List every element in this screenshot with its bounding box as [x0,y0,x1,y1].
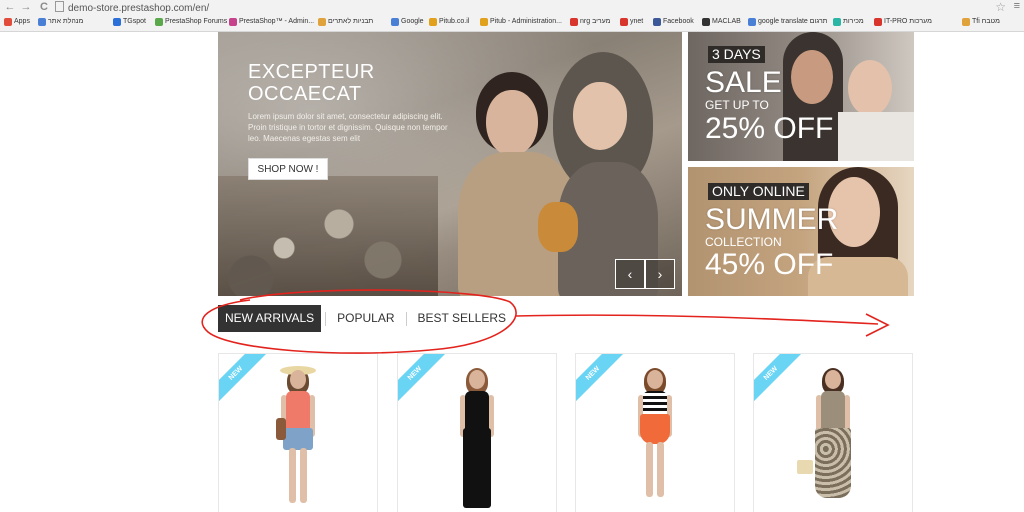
slider-controls: ‹ › [615,259,675,289]
slider-title: EXCEPTEUR OCCAECAT [248,61,375,105]
product-image[interactable] [455,368,499,512]
tab-divider [405,311,407,326]
tab-new-arrivals[interactable]: NEW ARRIVALS [218,305,322,332]
apps-icon [4,18,12,26]
bookmark-star-icon[interactable]: ☆ [995,0,1006,14]
bookmark-icon [748,18,756,26]
bookmark-item[interactable]: PrestaShop Forums [155,15,227,29]
new-badge: NEW [219,354,267,404]
bookmark-item[interactable]: PrestaShop™ - Admin... [229,15,314,29]
clutch-shape [797,460,813,474]
bookmark-icon [318,18,326,26]
bookmark-icon [702,18,710,26]
bookmark-item[interactable]: מכירות [833,15,864,29]
bookmark-icon [620,18,628,26]
home-slider[interactable]: EXCEPTEUR OCCAECAT Lorem ipsum dolor sit… [218,32,682,296]
slider-description: Lorem ipsum dolor sit amet, consectetur … [248,112,448,143]
bookmark-apps[interactable]: Apps [4,15,30,29]
bookmark-item[interactable]: Pitub - Administration... [480,15,562,29]
chevron-left-icon[interactable]: ‹ [615,259,645,289]
bookmark-icon [570,18,578,26]
bookmark-icon [229,18,237,26]
shop-now-button[interactable]: SHOP NOW ! [248,158,328,180]
tab-divider [325,311,327,326]
reload-icon[interactable]: C [37,1,51,13]
bookmark-icon [833,18,841,26]
bookmark-item[interactable]: IT-PRO מערכות [874,15,932,29]
bookmark-item[interactable]: google translate תרגום [748,15,828,29]
annotation-arrowhead [865,313,890,337]
bookmark-item[interactable]: ynet [620,15,643,29]
bookmark-item[interactable]: Tfi מטבח [962,15,1000,29]
slider-title-line: EXCEPTEUR [248,61,375,83]
bookmark-item[interactable]: מנהלת אתר [38,15,83,29]
product-card[interactable]: NEW [753,353,913,512]
banner-model-image [848,60,892,116]
back-icon[interactable]: ← [3,1,17,13]
product-card[interactable]: NEW [575,353,735,512]
page-icon [55,1,64,12]
bag-shape [276,418,286,440]
bookmark-item[interactable]: תבניות לאתרים [318,15,373,29]
annotation-arrow [515,314,879,325]
bookmark-icon [391,18,399,26]
menu-icon[interactable]: ≡ [1014,0,1020,12]
product-tabs: NEW ARRIVALS POPULAR BEST SELLERS [218,305,513,332]
forward-icon[interactable]: → [19,1,33,13]
banner-headline: SALE [705,66,782,99]
slider-title-line: OCCAECAT [248,83,362,105]
new-badge: NEW [398,354,446,404]
new-badge: NEW [576,354,624,404]
banner-offer: 25% OFF [705,112,834,145]
browser-chrome: ← → C demo-store.prestashop.com/en/ ☆ ≡ … [0,0,1024,32]
chevron-right-icon[interactable]: › [645,259,675,289]
banner-offer: 45% OFF [705,248,834,281]
product-image[interactable] [797,368,855,512]
banner-subline: GET UP TO [705,98,769,112]
bookmark-icon [480,18,488,26]
product-image[interactable] [633,368,677,512]
product-card[interactable]: NEW [218,353,378,512]
bookmark-item[interactable]: TGspot [113,15,146,29]
bookmark-item[interactable]: Google [391,15,424,29]
address-bar[interactable]: demo-store.prestashop.com/en/ [55,1,1010,14]
sale-banner[interactable]: 3 DAYS SALE GET UP TO 25% OFF [688,32,914,161]
bookmark-icon [653,18,661,26]
bookmarks-bar: Apps מנהלת אתר TGspot PrestaShop Forums … [0,15,1024,29]
banner-model-image [791,50,833,104]
bookmark-icon [874,18,882,26]
tab-popular[interactable]: POPULAR [330,305,401,332]
banner-tag: 3 DAYS [708,46,765,63]
product-image[interactable] [276,366,320,512]
url-text: demo-store.prestashop.com/en/ [68,3,210,14]
banner-model-image [838,112,914,161]
slider-plants-image [218,176,438,296]
bookmark-icon [38,18,46,26]
bookmark-item[interactable]: Facebook [653,15,694,29]
banner-headline: SUMMER [705,203,839,236]
bookmark-icon [113,18,121,26]
bookmark-item[interactable]: MACLAB [702,15,741,29]
summer-banner[interactable]: ONLY ONLINE SUMMER COLLECTION 45% OFF [688,167,914,296]
new-badge: NEW [754,354,802,404]
bookmark-icon [155,18,163,26]
bookmark-item[interactable]: Pitub.co.il [429,15,469,29]
bookmark-icon [962,18,970,26]
product-card[interactable]: NEW [397,353,557,512]
banner-tag: ONLY ONLINE [708,183,809,200]
tab-best-sellers[interactable]: BEST SELLERS [411,305,514,332]
bookmark-icon [429,18,437,26]
bookmark-item[interactable]: nrg מעריב [570,15,610,29]
